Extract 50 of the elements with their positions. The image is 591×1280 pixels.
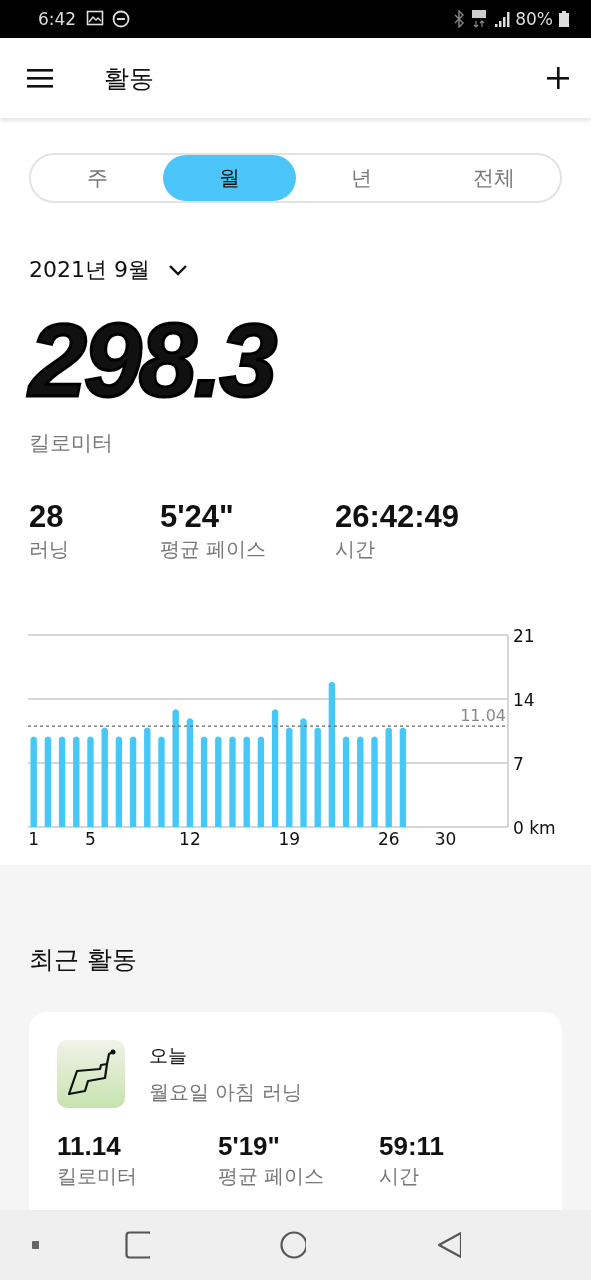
network-icon <box>472 10 487 28</box>
image-icon <box>86 10 105 28</box>
period-dropdown[interactable]: 2021년 9월 <box>29 255 188 285</box>
stat-label: 평균 페이스 <box>160 536 268 563</box>
activity-card[interactable]: 오늘 월요일 아침 러닝 11.14 킬로미터 5'19" 평균 페이스 59:11 시간 <box>29 1012 562 1210</box>
y-axis-label: 0 km <box>513 818 556 838</box>
stat-label: 러닝 <box>29 536 70 563</box>
stat-value: 5'24" <box>160 499 235 535</box>
do-not-disturb-icon <box>112 10 131 28</box>
x-axis-label: 5 <box>85 829 96 849</box>
stat-value: 26:42:49 <box>335 499 461 535</box>
x-axis-label: 19 <box>278 829 301 849</box>
route-map-icon <box>57 1040 125 1108</box>
stat-value: 11.14 <box>57 1130 122 1162</box>
section-title: 최근 활동 <box>29 944 138 976</box>
stat-label: 평균 페이스 <box>218 1163 326 1190</box>
stat-value: 28 <box>29 499 65 535</box>
stat-value: 59:11 <box>379 1130 446 1162</box>
recents-icon[interactable] <box>125 1231 151 1259</box>
x-axis-label: 26 <box>377 829 400 849</box>
stat-value: 5'19" <box>218 1130 281 1162</box>
activity-date: 오늘 <box>149 1042 188 1068</box>
back-icon[interactable] <box>435 1231 461 1259</box>
add-icon[interactable] <box>547 67 569 89</box>
total-distance: 298.3 <box>29 305 276 415</box>
battery-icon <box>559 11 569 27</box>
stat-label: 시간 <box>379 1163 420 1190</box>
menu-icon[interactable] <box>27 68 53 88</box>
home-icon[interactable] <box>280 1231 306 1259</box>
stat-label: 시간 <box>335 536 376 563</box>
chevron-down-icon <box>168 264 188 276</box>
y-axis-label: 21 <box>513 626 535 646</box>
period-tab[interactable]: 주 <box>31 155 164 201</box>
bluetooth-icon <box>452 10 465 28</box>
y-axis-label: 7 <box>513 754 524 774</box>
period-tab[interactable]: 월 <box>163 155 296 201</box>
period-tab[interactable]: 년 <box>295 155 428 201</box>
stat-label: 킬로미터 <box>57 1163 138 1190</box>
distance-unit: 킬로미터 <box>29 430 114 457</box>
x-axis-label: 1 <box>28 829 40 849</box>
activity-name: 월요일 아침 러닝 <box>149 1078 302 1106</box>
y-axis-label: 14 <box>513 690 535 710</box>
screen-title: 활동 <box>104 62 155 95</box>
period-tab[interactable]: 전체 <box>427 155 560 201</box>
average-label: 11.04 <box>460 706 506 726</box>
status-time: 6:42 <box>38 9 77 29</box>
x-axis-label: 30 <box>434 829 457 849</box>
x-axis-label: 12 <box>179 829 201 849</box>
battery-level: 80% <box>515 9 553 29</box>
signal-icon <box>494 10 512 28</box>
